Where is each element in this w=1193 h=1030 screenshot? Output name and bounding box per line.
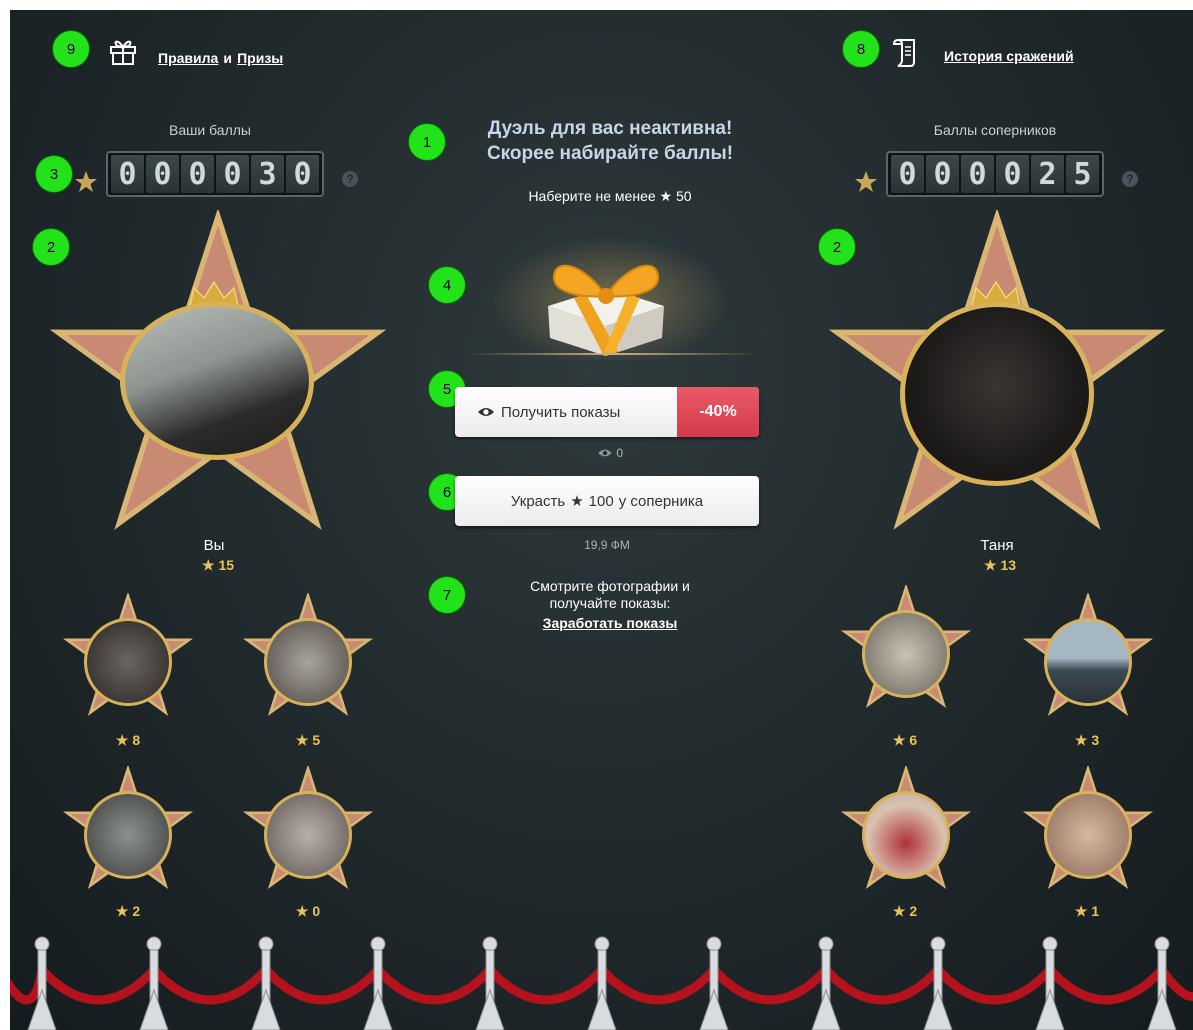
rules-link[interactable]: Правила (158, 50, 218, 66)
small-score: ★ 1 (1074, 903, 1100, 919)
star-icon: ★ (570, 493, 584, 510)
steal-value: 100 (588, 492, 614, 510)
annotation-badge-3: 3 (35, 155, 73, 193)
rules-prizes-links: Правила и Призы (158, 48, 283, 67)
views-count-value: 0 (616, 446, 624, 460)
and-text: и (223, 50, 232, 66)
rival-points-label: Баллы соперников (933, 122, 1057, 138)
steal-points-button[interactable]: Украсть ★ 100 у соперника (455, 476, 759, 526)
digit: 0 (961, 155, 994, 193)
eye-icon (597, 447, 613, 461)
your-points-counter: 0 0 0 0 3 0 (106, 151, 324, 197)
player-name-rival: Таня (980, 537, 1014, 554)
title-line-2: Скорее набирайте баллы! (486, 143, 734, 164)
digit: 3 (251, 155, 284, 193)
scroll-icon (892, 39, 915, 67)
your-points-label: Ваши баллы (169, 122, 251, 138)
small-score: ★ 2 (115, 903, 141, 919)
duel-stage: 9 Правила и Призы 8 История сражений Ваш… (10, 10, 1193, 1030)
annotation-badge-8: 8 (842, 30, 880, 68)
score-value: 3 (1091, 732, 1100, 748)
earn-line-1: Смотрите фотографии и (530, 578, 690, 594)
digit: 0 (891, 155, 924, 193)
avatar-small[interactable] (264, 618, 352, 706)
small-score: ★ 5 (295, 732, 321, 748)
avatar-small[interactable] (862, 610, 950, 698)
digit: 0 (181, 155, 214, 193)
prizes-link[interactable]: Призы (237, 50, 283, 66)
annotation-badge-1: 1 (408, 123, 446, 161)
digit: 5 (1066, 155, 1099, 193)
avatar-small[interactable] (1044, 791, 1132, 879)
gift-icon (110, 40, 136, 65)
digit: 2 (1031, 155, 1064, 193)
player-name-you: Вы (203, 537, 225, 554)
min-points-hint: Наберите не менее ★ 50 (480, 188, 740, 205)
duel-status-title: Дуэль для вас неактивна! Скорее набирайт… (450, 116, 770, 166)
score-value: 15 (218, 557, 235, 573)
avatar-rival[interactable] (900, 302, 1094, 486)
digit: 0 (216, 155, 249, 193)
views-count: 0 (570, 446, 650, 461)
small-score: ★ 0 (295, 903, 321, 919)
battle-history-link[interactable]: История сражений (944, 48, 1074, 64)
score-value: 13 (1000, 557, 1017, 573)
avatar-small[interactable] (264, 791, 352, 879)
title-line-1: Дуэль для вас неактивна! (487, 118, 733, 139)
annotation-badge-9: 9 (52, 30, 90, 68)
steal-price: 19,9 ФМ (584, 538, 630, 552)
min-text: Наберите не менее (528, 188, 656, 204)
small-score: ★ 2 (892, 903, 918, 919)
digit: 0 (996, 155, 1029, 193)
earn-views-block: Смотрите фотографии и получайте показы: … (480, 578, 740, 631)
earn-views-link[interactable]: Заработать показы (480, 615, 740, 631)
digit: 0 (146, 155, 179, 193)
player-score-you: ★ 15 (201, 557, 235, 573)
digit: 0 (286, 155, 319, 193)
help-icon[interactable]: ? (1122, 171, 1138, 187)
annotation-badge-7: 7 (428, 576, 466, 614)
get-views-button[interactable]: Получить показы -40% (455, 387, 759, 437)
digit: 0 (926, 155, 959, 193)
score-value: 8 (132, 732, 141, 748)
rope-barrier (10, 936, 1193, 1030)
player-score-rival: ★ 13 (983, 557, 1017, 573)
get-views-label: Получить показы (501, 403, 621, 421)
small-score: ★ 3 (1074, 732, 1100, 748)
eye-icon (477, 406, 495, 418)
score-value: 2 (909, 903, 918, 919)
gift-box-icon[interactable] (516, 246, 696, 358)
steal-suffix: у соперника (618, 492, 704, 510)
small-score: ★ 8 (115, 732, 141, 748)
avatar-small[interactable] (1044, 618, 1132, 706)
star-icon: ★ (659, 188, 673, 204)
avatar-you[interactable] (120, 302, 314, 460)
min-value: 50 (675, 188, 692, 204)
score-value: 6 (909, 732, 918, 748)
earn-line-2: получайте показы: (549, 595, 671, 611)
avatar-small[interactable] (862, 791, 950, 879)
small-score: ★ 6 (892, 732, 918, 748)
digit: 0 (111, 155, 144, 193)
divider (468, 353, 758, 355)
score-value: 0 (312, 903, 321, 919)
score-value: 1 (1091, 903, 1100, 919)
avatar-small[interactable] (84, 791, 172, 879)
rival-points-counter: 0 0 0 0 2 5 (886, 151, 1104, 197)
avatar-small[interactable] (84, 618, 172, 706)
steal-prefix: Украсть (510, 492, 566, 510)
discount-badge: -40% (677, 387, 759, 437)
annotation-badge-4: 4 (428, 266, 466, 304)
star-icon (75, 171, 97, 192)
help-icon[interactable]: ? (342, 171, 358, 187)
score-value: 5 (312, 732, 321, 748)
star-icon (855, 171, 877, 192)
score-value: 2 (132, 903, 141, 919)
